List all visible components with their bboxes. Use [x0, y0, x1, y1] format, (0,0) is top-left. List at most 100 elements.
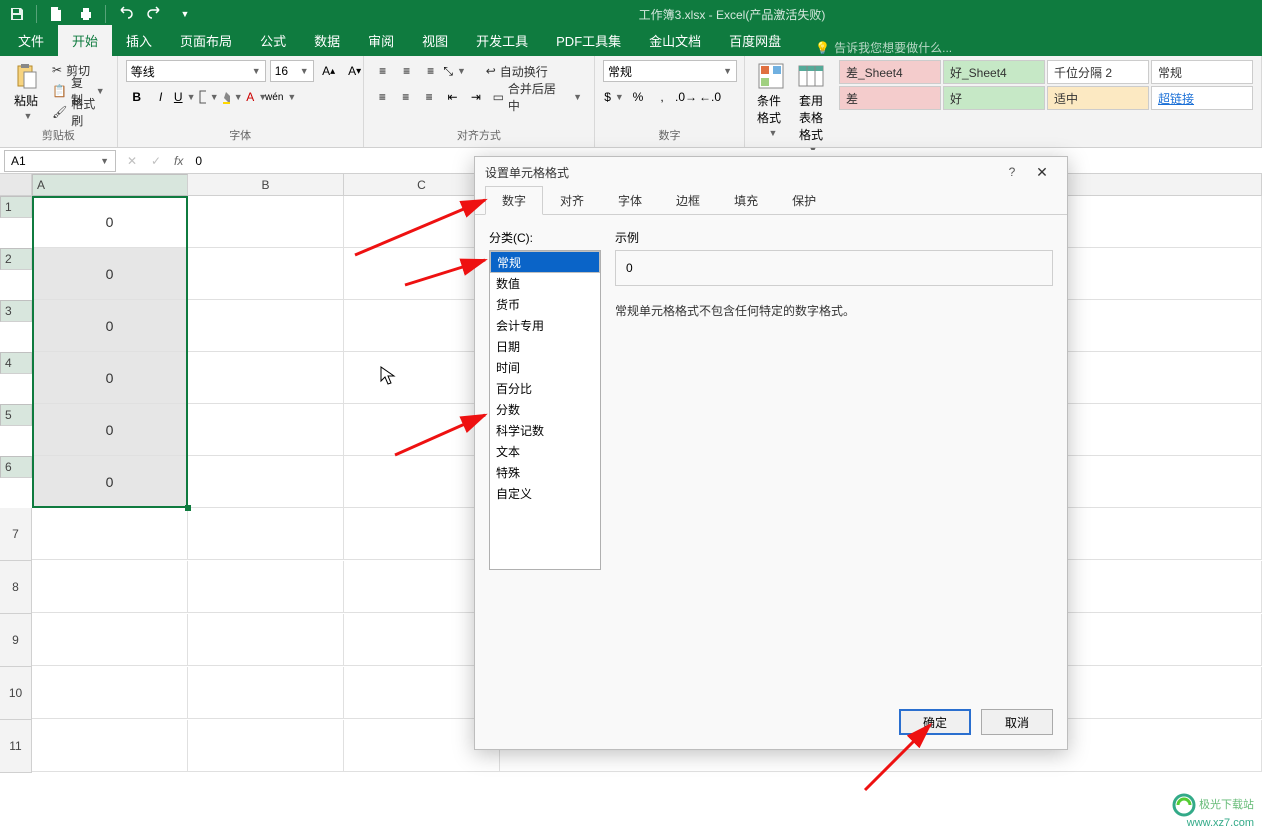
save-button[interactable]	[6, 3, 28, 25]
category-item[interactable]: 分数	[490, 399, 600, 420]
cell[interactable]	[188, 561, 344, 613]
merge-center-button[interactable]: ▭合并后居中▼	[489, 87, 586, 107]
align-top-button[interactable]: ≡	[372, 60, 394, 82]
category-item[interactable]: 科学记数	[490, 420, 600, 441]
cell[interactable]	[188, 614, 344, 666]
cell[interactable]	[188, 404, 344, 456]
style-cell-good2[interactable]: 好	[943, 86, 1045, 110]
fill-handle[interactable]	[185, 505, 191, 511]
category-item[interactable]: 数值	[490, 273, 600, 294]
tab-developer[interactable]: 开发工具	[462, 25, 542, 56]
tab-kingsoft[interactable]: 金山文档	[635, 25, 715, 56]
decrease-decimal-button[interactable]: ←.0	[699, 86, 721, 108]
name-box[interactable]: A1▼	[4, 150, 116, 172]
cell[interactable]: 0	[32, 352, 188, 404]
style-cell-sep[interactable]: 千位分隔 2	[1047, 60, 1149, 84]
number-format-select[interactable]: 常规▼	[603, 60, 737, 82]
comma-button[interactable]: ,	[651, 86, 673, 108]
cell[interactable]	[188, 352, 344, 404]
format-painter-button[interactable]: 🖌格式刷	[48, 102, 109, 122]
tab-review[interactable]: 审阅	[354, 25, 408, 56]
decrease-font-button[interactable]: A▾	[344, 60, 366, 82]
dialog-tab-alignment[interactable]: 对齐	[543, 186, 601, 215]
qat-customize-button[interactable]: ▼	[174, 3, 196, 25]
font-size-select[interactable]: 16▼	[270, 60, 314, 82]
currency-button[interactable]: $▼	[603, 86, 625, 108]
ok-button[interactable]: 确定	[899, 709, 971, 735]
cell[interactable]: 0	[32, 248, 188, 300]
fx-icon[interactable]: fx	[168, 154, 189, 168]
cancel-button[interactable]: 取消	[981, 709, 1053, 735]
category-item[interactable]: 会计专用	[490, 315, 600, 336]
row-header[interactable]: 8	[0, 561, 32, 614]
align-left-button[interactable]: ≡	[372, 86, 393, 108]
tab-file[interactable]: 文件	[4, 25, 58, 56]
row-header[interactable]: 1	[0, 196, 32, 218]
category-item[interactable]: 时间	[490, 357, 600, 378]
cell[interactable]	[32, 561, 188, 613]
cell[interactable]	[188, 720, 344, 772]
tab-home[interactable]: 开始	[58, 25, 112, 56]
tab-page-layout[interactable]: 页面布局	[166, 25, 246, 56]
row-header[interactable]: 11	[0, 720, 32, 773]
cell[interactable]	[188, 248, 344, 300]
row-header[interactable]: 7	[0, 508, 32, 561]
font-name-select[interactable]: 等线▼	[126, 60, 266, 82]
align-bottom-button[interactable]: ≡	[420, 60, 442, 82]
tab-insert[interactable]: 插入	[112, 25, 166, 56]
italic-button[interactable]: I	[150, 86, 172, 108]
tab-baidu[interactable]: 百度网盘	[715, 25, 795, 56]
row-header[interactable]: 2	[0, 248, 32, 270]
tab-data[interactable]: 数据	[300, 25, 354, 56]
orientation-button[interactable]: ⤡▼	[444, 60, 466, 82]
dialog-tab-fill[interactable]: 填充	[717, 186, 775, 215]
dialog-close-button[interactable]: ✕	[1027, 164, 1057, 181]
row-header[interactable]: 6	[0, 456, 32, 478]
tab-view[interactable]: 视图	[408, 25, 462, 56]
cell[interactable]	[32, 667, 188, 719]
paste-button[interactable]: 粘贴 ▼	[8, 60, 44, 123]
phonetic-button[interactable]: wén▼	[270, 86, 292, 108]
underline-button[interactable]: U▼	[174, 86, 196, 108]
accept-formula-button[interactable]: ✓	[144, 154, 168, 168]
category-item[interactable]: 百分比	[490, 378, 600, 399]
category-item[interactable]: 特殊	[490, 462, 600, 483]
dialog-tab-font[interactable]: 字体	[601, 186, 659, 215]
row-header[interactable]: 9	[0, 614, 32, 667]
col-header-a[interactable]: A	[32, 174, 188, 196]
dialog-tab-border[interactable]: 边框	[659, 186, 717, 215]
print-button[interactable]	[75, 3, 97, 25]
undo-button[interactable]	[114, 3, 136, 25]
format-as-table-button[interactable]: 套用 表格格式▼	[793, 60, 829, 157]
category-item[interactable]: 自定义	[490, 483, 600, 504]
conditional-format-button[interactable]: 条件格式▼	[753, 60, 789, 140]
fill-color-button[interactable]: ▼	[222, 86, 244, 108]
cell[interactable]	[188, 667, 344, 719]
row-header[interactable]: 10	[0, 667, 32, 720]
style-cell-normal[interactable]: 常规	[1151, 60, 1253, 84]
align-center-button[interactable]: ≡	[395, 86, 416, 108]
cell[interactable]	[188, 196, 344, 248]
tell-me-search[interactable]: 💡 告诉我您想要做什么...	[815, 39, 952, 56]
cell[interactable]	[32, 614, 188, 666]
wrap-text-button[interactable]: ↩自动换行	[482, 61, 552, 81]
dialog-titlebar[interactable]: 设置单元格格式 ? ✕	[475, 157, 1067, 187]
category-listbox[interactable]: 常规数值货币会计专用日期时间百分比分数科学记数文本特殊自定义	[489, 250, 601, 570]
style-cell-bad[interactable]: 差_Sheet4	[839, 60, 941, 84]
row-header[interactable]: 5	[0, 404, 32, 426]
redo-button[interactable]	[144, 3, 166, 25]
row-header[interactable]: 3	[0, 300, 32, 322]
align-middle-button[interactable]: ≡	[396, 60, 418, 82]
cell[interactable]: 0	[32, 300, 188, 352]
cell[interactable]	[188, 456, 344, 508]
dialog-tab-number[interactable]: 数字	[485, 186, 543, 215]
cell[interactable]: 0	[32, 456, 188, 508]
category-item[interactable]: 货币	[490, 294, 600, 315]
decrease-indent-button[interactable]: ⇤	[442, 86, 463, 108]
tab-formulas[interactable]: 公式	[246, 25, 300, 56]
cell[interactable]	[188, 508, 344, 560]
border-button[interactable]: ▼	[198, 86, 220, 108]
increase-font-button[interactable]: A▴	[318, 60, 340, 82]
tab-pdf-tools[interactable]: PDF工具集	[542, 25, 635, 56]
increase-indent-button[interactable]: ⇥	[465, 86, 486, 108]
